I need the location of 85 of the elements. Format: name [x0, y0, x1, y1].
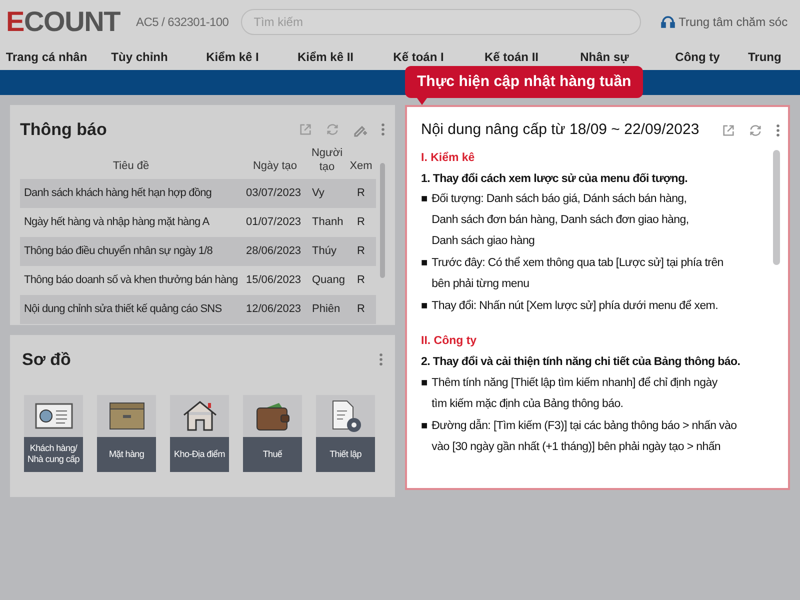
table-cell-text: 28/06/2023 [245, 244, 302, 259]
diagram-tile[interactable]: Thiết lập [316, 394, 375, 472]
support-link[interactable]: Trung tâm chăm sóc [678, 13, 788, 31]
table-row[interactable]: Danh sách khách hàng hết hạn hợp đồng 03/07/2023 Vy R [20, 178, 376, 208]
table-cell-text: 15/06/2023 [245, 272, 302, 288]
bullet-marker: ■ [421, 192, 428, 207]
wallet-icon [254, 400, 290, 430]
table-cell-text: R [356, 302, 366, 317]
diagram-tile[interactable]: Khách hàng/ Nhà cung cấp [24, 394, 83, 472]
nav-tab[interactable]: Kế toán I [372, 48, 465, 66]
table-cell-text: R [356, 272, 366, 288]
panel-title: Sơ đồ [22, 349, 71, 371]
search-field[interactable]: Tìm kiếm [240, 9, 641, 35]
table-row[interactable]: Ngày hết hàng và nhập hàng mặt hàng A 01/07/2023 Thanh R [20, 208, 376, 236]
tile-label: Mặt hàng [97, 436, 156, 472]
more-icon[interactable] [379, 353, 383, 366]
column-header: Người tạo [310, 147, 344, 174]
table-cell-text: Danh sách khách hàng hết hạn hợp đồng [23, 186, 213, 201]
scrollbar[interactable] [380, 162, 385, 278]
box-icon [108, 400, 146, 430]
bullet-marker: ■ [421, 256, 428, 271]
bullet-text: Thay đổi: Nhấn nút [Xem lược sử] phía dưới menu để xem. [432, 298, 718, 314]
item-heading: 2. Thay đổi và cải thiện tính năng chi tiết của Bảng thông báo. [421, 354, 742, 370]
table-cell-text: R [356, 186, 366, 201]
column-header: Ngày tạo [252, 159, 298, 174]
nav-tab[interactable]: Tùy chỉnh [93, 48, 186, 66]
tile-label: Thuế [243, 436, 302, 472]
table-cell-text: Quang [311, 272, 346, 288]
tooltip: Thực hiện cập nhật hàng tuần [405, 66, 644, 98]
table-cell-text: Thông báo điều chuyển nhân sự ngày 1/8 [23, 244, 214, 259]
refresh-icon[interactable] [749, 124, 762, 137]
bullet-text: Đường dẫn: [Tìm kiếm (F3)] tại các bảng thông báo > nhấn vào vào [30 ngày gần nhất (+1 tháng)] bên phải ngày tạo > nhấn [432, 418, 737, 454]
house-icon [180, 400, 218, 432]
column-header: Xem [348, 159, 374, 174]
panel-title: Thông báo [20, 119, 107, 141]
column-header: Tiêu đề [112, 159, 150, 174]
bullet-marker: ■ [421, 376, 428, 390]
table-cell-text: Thanh [311, 214, 344, 230]
diagram-tile[interactable]: Kho-Địa điểm [170, 394, 229, 472]
table-cell-text: Thông báo doanh số và khen thưởng bán hàng [23, 272, 239, 288]
table-cell-text: Phiên [311, 302, 342, 317]
refresh-icon[interactable] [326, 123, 339, 136]
table-cell-text: R [356, 214, 366, 230]
nav-tab[interactable]: Công ty [651, 48, 744, 66]
table-cell-text: Thúy [311, 244, 338, 259]
table-cell-text: R [356, 244, 366, 259]
table-cell-text: 12/06/2023 [245, 302, 302, 317]
nav-tab[interactable]: Nhân sự [558, 48, 651, 66]
table-row[interactable]: Nội dung chỉnh sửa thiết kế quảng cáo SNS 12/06/2023 Phiên R [20, 294, 376, 324]
section-heading: II. Công ty [421, 334, 478, 349]
table-cell-text: Ngày hết hàng và nhập hàng mặt hàng A [23, 214, 210, 230]
diagram-tile[interactable]: Mặt hàng [97, 394, 156, 472]
bullet-marker: ■ [421, 299, 428, 314]
diagram-tile[interactable]: Thuế [243, 394, 302, 472]
nav-tab[interactable]: Kiểm kê II [279, 48, 372, 66]
nav-tab[interactable]: Trung [744, 48, 782, 66]
bullet-text: Thêm tính năng [Thiết lập tìm kiếm nhanh] để chỉ định ngày tìm kiếm mặc định của Bảng thông báo. [432, 376, 718, 412]
tile-label: Khách hàng/ Nhà cung cấp [24, 436, 83, 472]
nav-tab[interactable]: Kiểm kê I [186, 48, 279, 66]
table-row[interactable]: Thông báo điều chuyển nhân sự ngày 1/8 28/06/2023 Thúy R [20, 236, 376, 266]
id-card-icon [34, 400, 72, 430]
external-link-icon[interactable] [722, 124, 735, 137]
tooltip-pointer-icon [417, 98, 427, 105]
item-heading: 1. Thay đổi cách xem lược sử của menu đối tượng. [421, 172, 689, 187]
table-cell-text: 01/07/2023 [245, 214, 302, 230]
bullet-text: Đối tượng: Danh sách báo giá, Dánh sách bán hàng, Danh sách đơn bán hàng, Danh sách đơn giao hàng, Danh sách giao hàng [432, 192, 689, 249]
table-cell-text: 03/07/2023 [245, 186, 302, 201]
panel-title: Nội dung nâng cấp từ 18/09 ~ 22/09/2023 [421, 120, 700, 140]
more-icon[interactable] [381, 123, 385, 136]
bullet-marker: ■ [421, 418, 428, 434]
tile-label: Kho-Địa điểm [170, 436, 229, 472]
nav-tab[interactable]: Trang cá nhân [0, 48, 93, 66]
section-heading: I. Kiểm kê [421, 150, 476, 166]
tile-label: Thiết lập [316, 436, 375, 472]
table-row[interactable]: Thông báo doanh số và khen thưởng bán hàng 15/06/2023 Quang R [20, 266, 376, 294]
headset-icon [660, 15, 675, 29]
more-icon[interactable] [776, 124, 780, 137]
table-cell-text: Vy [311, 186, 326, 201]
nav-tab[interactable]: Kế toán II [465, 48, 558, 66]
scrollbar[interactable] [773, 150, 780, 264]
bullet-text: Trước đây: Có thể xem thông qua tab [Lược sử] tại phía trên bên phải từng menu [432, 256, 724, 292]
external-link-icon[interactable] [299, 123, 312, 136]
table-cell-text: Nội dung chỉnh sửa thiết kế quảng cáo SNS [23, 302, 223, 317]
logo: ECOUNT [6, 8, 120, 36]
account-id: AC5 / 632301-100 [136, 14, 229, 31]
